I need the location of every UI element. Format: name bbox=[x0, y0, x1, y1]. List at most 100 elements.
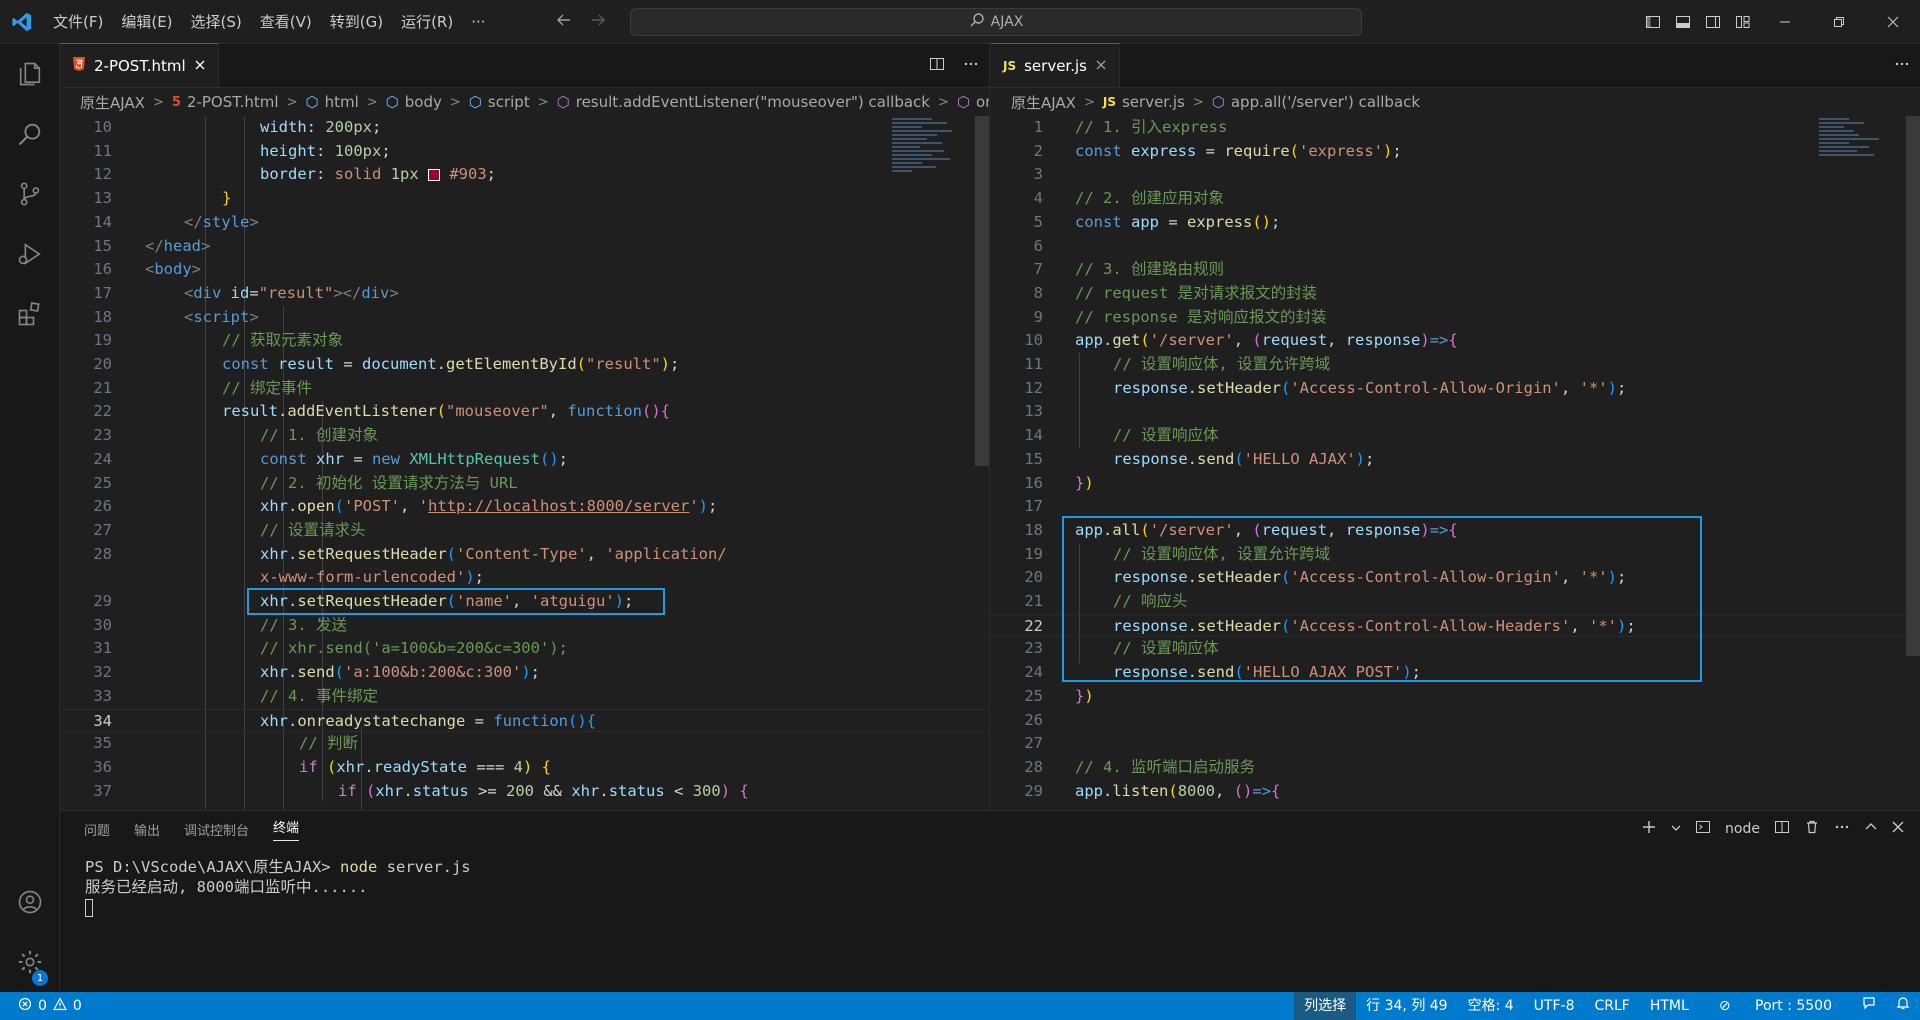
code-line: 6 bbox=[991, 235, 1920, 259]
code-line: 2 const express = require('express'); bbox=[991, 140, 1920, 164]
code-editor-left[interactable]: 10 width: 200px; 11 height: 100px; 12 borde… bbox=[60, 116, 989, 810]
menu-file[interactable]: 文件(F) bbox=[44, 0, 112, 44]
indentation[interactable]: 空格: 4 bbox=[1458, 992, 1524, 1020]
line-number: 29 bbox=[1024, 781, 1043, 800]
code-line: 12 response.setHeader('Access-Control-All… bbox=[991, 377, 1920, 401]
close-icon[interactable] bbox=[194, 57, 206, 75]
menu-bar: 文件(F) 编辑(E) 选择(S) 查看(V) 转到(G) 运行(R) ··· bbox=[44, 0, 495, 44]
tab-terminal[interactable]: 终端 bbox=[273, 817, 300, 841]
search-icon bbox=[969, 12, 985, 32]
breadcrumb-callback[interactable]: app.all('/server') callback bbox=[1231, 93, 1420, 111]
run-debug-icon[interactable] bbox=[0, 224, 60, 284]
selection-mode[interactable]: 列选择 bbox=[1294, 992, 1357, 1020]
line-number: 37 bbox=[93, 781, 112, 800]
maximize-panel-icon[interactable] bbox=[1864, 820, 1878, 838]
line-number: 4 bbox=[1033, 189, 1043, 208]
live-server-port[interactable]: ⊘ Port : 5500 bbox=[1699, 992, 1852, 1020]
code-line: 29 app.listen(8000, ()=>{ bbox=[991, 780, 1920, 804]
end-of-line[interactable]: CRLF bbox=[1584, 992, 1639, 1020]
line-number: 16 bbox=[93, 260, 112, 279]
menu-edit[interactable]: 编辑(E) bbox=[112, 0, 181, 44]
code-line: 25// 2. 初始化 设置请求方法与 URL bbox=[60, 472, 989, 496]
html5-file-icon: 5 bbox=[171, 94, 181, 110]
feedback-icon[interactable] bbox=[1852, 992, 1886, 1020]
breadcrumb-onreadystatechange[interactable]: onreac bbox=[976, 93, 989, 111]
scrollbar-left[interactable] bbox=[975, 116, 989, 810]
search-icon[interactable] bbox=[0, 104, 60, 164]
line-number: 33 bbox=[93, 686, 112, 705]
tab-problems[interactable]: 问题 bbox=[84, 820, 110, 839]
line-number: 27 bbox=[93, 520, 112, 539]
line-number: 21 bbox=[1024, 592, 1043, 610]
notifications-bell-icon[interactable] bbox=[1886, 992, 1920, 1020]
close-window-icon[interactable] bbox=[1866, 0, 1920, 44]
line-number: 19 bbox=[1024, 544, 1043, 563]
menu-go[interactable]: 转到(G) bbox=[321, 0, 392, 44]
menu-selection[interactable]: 选择(S) bbox=[182, 0, 251, 44]
tab-2-post-html[interactable]: 2-POST.html bbox=[60, 43, 219, 87]
toggle-primary-sidebar-icon[interactable] bbox=[1638, 0, 1668, 44]
breadcrumb-html[interactable]: html bbox=[325, 93, 359, 111]
breadcrumb-script[interactable]: script bbox=[488, 93, 530, 111]
back-arrow-icon[interactable] bbox=[556, 12, 572, 32]
code-line: 23// 1. 创建对象 bbox=[60, 424, 989, 448]
language-mode[interactable]: HTML bbox=[1640, 992, 1699, 1020]
more-actions-icon[interactable] bbox=[1834, 819, 1850, 839]
breadcrumb-body[interactable]: body bbox=[405, 93, 442, 111]
cursor-position[interactable]: 行 34, 列 49 bbox=[1356, 992, 1457, 1020]
menu-run[interactable]: 运行(R) bbox=[392, 0, 462, 44]
status-bar: 0 0 列选择 行 34, 列 49 空格: 4 UTF-8 CRLF HTML… bbox=[0, 992, 1920, 1020]
problems-status[interactable]: 0 0 bbox=[0, 997, 82, 1015]
color-swatch[interactable] bbox=[428, 168, 440, 181]
extensions-icon[interactable] bbox=[0, 284, 60, 344]
code-line: 26 xhr.open('POST', 'http://localhost:800… bbox=[60, 495, 989, 519]
command-center-search[interactable]: AJAX bbox=[630, 8, 1362, 36]
toggle-secondary-sidebar-icon[interactable] bbox=[1698, 0, 1728, 44]
breadcrumb-file[interactable]: 2-POST.html bbox=[187, 93, 279, 111]
javascript-file-icon: JS bbox=[1102, 95, 1116, 109]
tab-debug-console[interactable]: 调试控制台 bbox=[184, 820, 249, 839]
toggle-panel-icon[interactable] bbox=[1668, 0, 1698, 44]
code-line: 18 <script> bbox=[60, 306, 989, 330]
highlight-box bbox=[1062, 516, 1702, 682]
trash-icon[interactable] bbox=[1804, 819, 1820, 839]
tab-bar-left: 2-POST.html bbox=[60, 43, 989, 88]
settings-gear-icon[interactable]: 1 bbox=[0, 932, 60, 992]
terminal-shell-label[interactable]: node bbox=[1725, 821, 1760, 837]
code-line: 27 bbox=[991, 732, 1920, 756]
source-control-icon[interactable] bbox=[0, 164, 60, 224]
line-number: 11 bbox=[93, 141, 112, 160]
breadcrumb-folder[interactable]: 原生AJAX bbox=[80, 92, 145, 113]
restore-icon[interactable] bbox=[1812, 0, 1866, 44]
forward-arrow-icon[interactable] bbox=[590, 12, 606, 32]
line-number: 3 bbox=[1033, 165, 1043, 184]
account-icon[interactable] bbox=[0, 872, 60, 932]
terminal-output[interactable]: PS D:\VScode\AJAX\原生AJAX> node server.js… bbox=[60, 847, 1920, 917]
split-editor-icon[interactable] bbox=[929, 56, 945, 76]
breadcrumb-file[interactable]: server.js bbox=[1122, 93, 1185, 111]
tab-server-js[interactable]: JS server.js bbox=[991, 43, 1120, 87]
tab-bar-right: JS server.js bbox=[991, 43, 1920, 88]
minimap-left[interactable] bbox=[892, 116, 962, 206]
menu-more[interactable]: ··· bbox=[462, 0, 494, 44]
scrollbar-right[interactable] bbox=[1906, 116, 1920, 810]
breadcrumb-callback[interactable]: result.addEventListener("mouseover") cal… bbox=[576, 93, 930, 111]
close-icon[interactable] bbox=[1095, 57, 1107, 75]
code-editor-right[interactable]: 1// 1. 引入express 2 const express = requir… bbox=[991, 116, 1920, 810]
breadcrumb-folder[interactable]: 原生AJAX bbox=[1011, 92, 1076, 113]
customize-layout-icon[interactable] bbox=[1728, 0, 1758, 44]
more-actions-icon[interactable] bbox=[1894, 56, 1910, 76]
minimap-right[interactable] bbox=[1819, 116, 1889, 206]
minimize-icon[interactable] bbox=[1758, 0, 1812, 44]
terminal-arg: server.js bbox=[386, 858, 471, 876]
line-number: 35 bbox=[93, 734, 112, 753]
split-terminal-icon[interactable] bbox=[1774, 819, 1790, 839]
files-icon[interactable] bbox=[0, 44, 60, 104]
more-actions-icon[interactable] bbox=[963, 56, 979, 76]
add-terminal-icon[interactable] bbox=[1641, 819, 1657, 839]
close-panel-icon[interactable] bbox=[1892, 821, 1904, 837]
tab-output[interactable]: 输出 bbox=[134, 820, 160, 839]
menu-view[interactable]: 查看(V) bbox=[251, 0, 321, 44]
chevron-down-icon[interactable] bbox=[1671, 821, 1681, 837]
encoding[interactable]: UTF-8 bbox=[1524, 992, 1585, 1020]
